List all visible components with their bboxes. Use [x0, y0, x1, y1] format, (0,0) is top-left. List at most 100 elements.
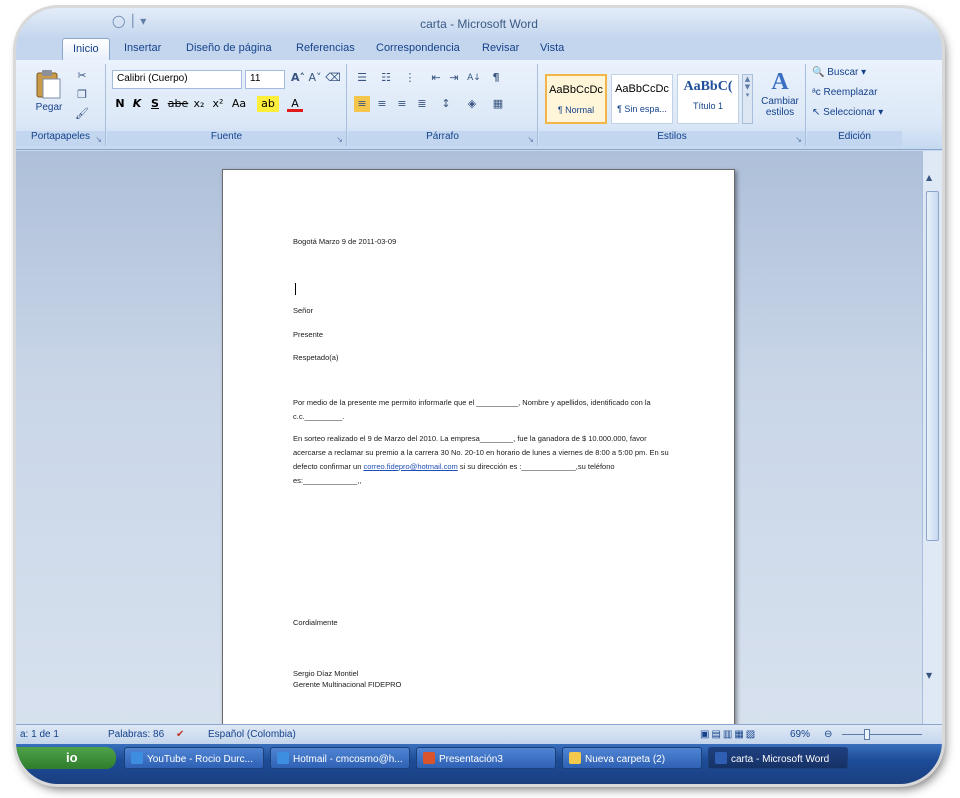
- subscript-button[interactable]: x₂: [191, 96, 207, 112]
- scroll-up-icon[interactable]: ▲: [926, 173, 932, 182]
- folder-icon: [569, 752, 581, 764]
- align-left-icon[interactable]: ≡: [354, 96, 370, 112]
- proofing-icon[interactable]: ✔: [176, 729, 184, 740]
- select-label: Seleccionar: [823, 107, 876, 118]
- numbering-icon[interactable]: ☷: [378, 70, 394, 86]
- style-sample: AaBbCcDc: [549, 84, 603, 96]
- title-bar: ◯ │ ▾ carta - Microsoft Word: [16, 8, 942, 38]
- status-bar: a: 1 de 1 Palabras: 86 ✔ Español (Colomb…: [16, 724, 942, 744]
- paste-label: Pegar: [35, 102, 63, 113]
- dialog-launcher-icon[interactable]: ↘: [95, 135, 102, 144]
- clipboard-group-label: Portapapeles ↘: [16, 131, 105, 146]
- taskbar-item-youtube[interactable]: YouTube - Rocio Durc...: [124, 747, 264, 769]
- sort-icon[interactable]: A↓: [466, 70, 482, 86]
- grow-font-icon[interactable]: A˄: [290, 70, 306, 86]
- shrink-font-icon[interactable]: A˅: [307, 70, 323, 86]
- zoom-slider[interactable]: [842, 734, 922, 735]
- styles-scroll[interactable]: ▲ ▼ ▾: [742, 74, 753, 124]
- style-name: ¶ Sin espa...: [617, 104, 667, 114]
- letter-presente: Presente: [293, 330, 324, 339]
- style-normal[interactable]: AaBbCcDc ¶ Normal: [545, 74, 607, 124]
- tab-inicio[interactable]: Inicio: [62, 38, 110, 60]
- task-label: YouTube - Rocio Durc...: [147, 754, 253, 765]
- shading-icon[interactable]: ◈: [464, 96, 480, 112]
- window-title: carta - Microsoft Word: [420, 17, 538, 31]
- tab-insertar[interactable]: Insertar: [124, 42, 161, 54]
- zoom-level[interactable]: 69%: [790, 729, 810, 740]
- vertical-scrollbar[interactable]: ▲ ▼: [922, 151, 942, 724]
- decrease-indent-icon[interactable]: ⇤: [428, 70, 444, 86]
- increase-indent-icon[interactable]: ⇥: [446, 70, 462, 86]
- strikethrough-button[interactable]: abe: [167, 96, 189, 112]
- zoom-out-icon[interactable]: ⊖: [824, 729, 832, 740]
- change-case-button[interactable]: Aa: [231, 96, 247, 112]
- language[interactable]: Español (Colombia): [208, 729, 296, 740]
- align-center-icon[interactable]: ≡: [374, 96, 390, 112]
- scroll-down-icon[interactable]: ▼: [926, 671, 932, 680]
- align-right-icon[interactable]: ≡: [394, 96, 410, 112]
- paragraph-group-label: Párrafo ↘: [348, 131, 537, 146]
- clear-format-icon[interactable]: ⌫: [325, 70, 341, 86]
- letter-respetado: Respetado(a): [293, 353, 339, 362]
- tab-diseno-pagina[interactable]: Diseño de página: [186, 42, 272, 54]
- paste-button[interactable]: Pegar: [32, 68, 66, 124]
- zoom-slider-thumb[interactable]: [864, 729, 870, 740]
- email-link[interactable]: correo.fidepro@hotmail.com: [363, 462, 457, 471]
- replace-button[interactable]: ᵃc Reemplazar: [811, 86, 899, 104]
- format-painter-icon[interactable]: 🖌: [74, 106, 90, 122]
- replace-icon: ᵃc: [812, 87, 821, 98]
- bullets-icon[interactable]: ☰: [354, 70, 370, 86]
- bold-button[interactable]: N: [112, 96, 128, 112]
- task-label: Nueva carpeta (2): [585, 754, 666, 765]
- letter-paragraph-2: En sorteo realizado el 9 de Marzo del 20…: [293, 432, 678, 488]
- multilevel-list-icon[interactable]: ⋮: [402, 70, 418, 86]
- style-heading-1[interactable]: AaBbC( Título 1: [677, 74, 739, 124]
- change-styles-button[interactable]: A Cambiar estilos: [757, 68, 803, 128]
- underline-button[interactable]: S: [147, 96, 163, 112]
- screenshot-frame: ◯ │ ▾ carta - Microsoft Word Inicio Inse…: [16, 8, 942, 784]
- paragraph-label-text: Párrafo: [426, 131, 459, 142]
- italic-button[interactable]: K: [129, 96, 145, 112]
- group-styles: AaBbCcDc ¶ Normal AaBbCcDc ¶ Sin espa...…: [539, 64, 806, 146]
- dialog-launcher-icon[interactable]: ↘: [527, 135, 534, 144]
- taskbar-item-word[interactable]: carta - Microsoft Word: [708, 747, 848, 769]
- copy-icon[interactable]: ❐: [74, 87, 90, 103]
- tab-referencias[interactable]: Referencias: [296, 42, 355, 54]
- font-color-icon[interactable]: A: [287, 96, 303, 112]
- style-no-spacing[interactable]: AaBbCcDc ¶ Sin espa...: [611, 74, 673, 124]
- find-button[interactable]: 🔍 Buscar ▾: [811, 66, 899, 84]
- view-buttons[interactable]: ▣▤▥▦▧: [700, 729, 757, 740]
- document-page[interactable]: Bogotá Marzo 9 de 2011-03-09 Señor Prese…: [222, 169, 735, 784]
- tab-vista[interactable]: Vista: [540, 42, 564, 54]
- select-button[interactable]: ↖ Seleccionar ▾: [811, 106, 899, 124]
- borders-icon[interactable]: ▦: [490, 96, 506, 112]
- start-button[interactable]: io: [16, 747, 116, 769]
- dialog-launcher-icon[interactable]: ↘: [795, 135, 802, 144]
- justify-icon[interactable]: ≣: [414, 96, 430, 112]
- text-cursor: [295, 283, 296, 295]
- change-styles-icon: A: [771, 69, 789, 95]
- replace-label: Reemplazar: [823, 87, 878, 98]
- superscript-button[interactable]: x²: [210, 96, 226, 112]
- font-name-select[interactable]: Calibri (Cuerpo): [112, 70, 242, 89]
- group-paragraph: ☰ ☷ ⋮ ⇤ ⇥ A↓ ¶ ≡ ≡ ≡ ≣ ↕ ◈ ▦ Párrafo ↘: [348, 64, 538, 146]
- show-formatting-icon[interactable]: ¶: [488, 70, 504, 86]
- cursor-icon: ↖: [812, 107, 821, 118]
- font-size-select[interactable]: 11: [245, 70, 285, 89]
- dialog-launcher-icon[interactable]: ↘: [336, 135, 343, 144]
- page-count[interactable]: a: 1 de 1: [20, 729, 59, 740]
- binoculars-icon: 🔍: [812, 67, 825, 78]
- tab-revisar[interactable]: Revisar: [482, 42, 519, 54]
- find-label: Buscar: [827, 67, 859, 78]
- taskbar-item-presentacion[interactable]: Presentación3: [416, 747, 556, 769]
- word-icon: [715, 752, 727, 764]
- cut-icon[interactable]: ✂: [74, 68, 90, 84]
- word-count[interactable]: Palabras: 86: [108, 729, 164, 740]
- taskbar-item-nueva-carpeta[interactable]: Nueva carpeta (2): [562, 747, 702, 769]
- highlight-icon[interactable]: ab: [257, 96, 279, 112]
- taskbar-item-hotmail[interactable]: Hotmail - cmcosmo@h...: [270, 747, 410, 769]
- letter-date: Bogotá Marzo 9 de 2011-03-09: [293, 237, 397, 246]
- scrollbar-thumb[interactable]: [926, 191, 939, 541]
- tab-correspondencia[interactable]: Correspondencia: [376, 42, 460, 54]
- line-spacing-icon[interactable]: ↕: [438, 96, 454, 112]
